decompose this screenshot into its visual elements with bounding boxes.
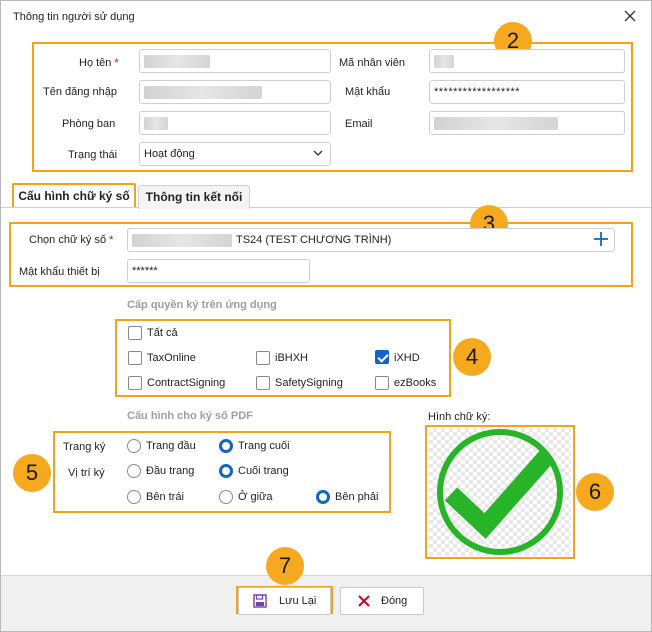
device-password-input[interactable]: ****** xyxy=(127,259,310,283)
fullname-input[interactable] xyxy=(139,49,331,73)
checkbox-contractsigning-label: ContractSigning xyxy=(147,377,226,389)
checkbox-safetysigning[interactable] xyxy=(256,376,270,390)
checkbox-contractsigning[interactable] xyxy=(128,376,142,390)
department-input[interactable] xyxy=(139,111,331,135)
app-permissions-title: Cấp quyền ký trên ứng dụng xyxy=(127,299,277,311)
radio-page-bottom-label: Cuối trang xyxy=(238,465,289,477)
close-button-label: Đóng xyxy=(381,595,408,607)
badge-7: 7 xyxy=(266,547,304,585)
radio-last-page[interactable] xyxy=(219,439,233,453)
close-icon[interactable] xyxy=(621,7,639,25)
radio-page-bottom[interactable] xyxy=(219,464,233,478)
password-label: Mật khẩu xyxy=(345,86,391,98)
save-icon xyxy=(253,594,267,608)
radio-last-page-label: Trang cuối xyxy=(238,440,290,452)
tab-divider xyxy=(1,207,651,208)
tab-signature-config[interactable]: Cấu hình chữ ký số xyxy=(12,183,136,207)
radio-page-top-label: Đầu trang xyxy=(146,465,195,477)
checkbox-all-label: Tất cả xyxy=(147,327,178,339)
radio-center-label: Ở giữa xyxy=(238,491,273,503)
employee-code-input[interactable] xyxy=(429,49,625,73)
save-button[interactable]: Lưu Lại xyxy=(238,587,331,615)
radio-page-top[interactable] xyxy=(127,464,141,478)
select-signature-label: Chọn chữ ký số * xyxy=(29,234,114,246)
department-label: Phòng ban xyxy=(62,118,116,130)
position-label: Vị trí ký xyxy=(68,467,105,479)
username-label: Tên đăng nhập xyxy=(43,86,118,98)
signature-image-label: Hình chữ ký: xyxy=(428,411,491,423)
fullname-label: Họ tên * xyxy=(79,57,119,69)
radio-left-label: Bên trái xyxy=(146,491,184,503)
checkmark-icon xyxy=(437,429,563,555)
device-password-label: Mật khẩu thiết bị xyxy=(19,266,100,278)
status-value: Hoạt động xyxy=(144,148,195,160)
checkbox-all[interactable] xyxy=(128,326,142,340)
pdf-config-title: Cấu hình cho ký số PDF xyxy=(127,410,253,422)
checkbox-ixhd-label: iXHD xyxy=(394,352,420,364)
dialog-title: Thông tin người sử dụng xyxy=(13,11,135,23)
checkbox-taxonline-label: TaxOnline xyxy=(147,352,196,364)
checkbox-ezbooks[interactable] xyxy=(375,376,389,390)
badge-4: 4 xyxy=(453,338,491,376)
user-info-dialog: Thông tin người sử dụng 2 Họ tên * Mã nhâ… xyxy=(0,0,652,632)
status-label: Trạng thái xyxy=(68,149,118,161)
radio-first-page-label: Trang đầu xyxy=(146,440,196,452)
badge-6: 6 xyxy=(576,473,614,511)
status-select[interactable]: Hoạt động xyxy=(139,142,331,166)
checkbox-ibhxh[interactable] xyxy=(256,351,270,365)
email-input[interactable] xyxy=(429,111,625,135)
chevron-down-icon xyxy=(313,150,323,156)
page-label: Trang ký xyxy=(63,441,106,453)
add-signature-icon[interactable] xyxy=(593,231,609,247)
password-input[interactable]: ****************** xyxy=(429,80,625,104)
checkbox-ixhd[interactable] xyxy=(375,350,389,364)
radio-first-page[interactable] xyxy=(127,439,141,453)
employee-code-label: Mã nhân viên xyxy=(339,57,406,69)
radio-right[interactable] xyxy=(316,490,330,504)
save-button-label: Lưu Lại xyxy=(279,595,317,607)
tab-connection-info[interactable]: Thông tin kết nối xyxy=(138,185,250,209)
radio-left[interactable] xyxy=(127,490,141,504)
close-x-icon xyxy=(358,595,370,607)
checkbox-safetysigning-label: SafetySigning xyxy=(275,377,343,389)
badge-5: 5 xyxy=(13,454,51,492)
username-input[interactable] xyxy=(139,80,331,104)
radio-right-label: Bên phải xyxy=(335,491,379,503)
close-button[interactable]: Đóng xyxy=(340,587,424,615)
signature-value: TS24 (TEST CHƯƠNG TRÌNH) xyxy=(236,234,392,246)
checkbox-ezbooks-label: ezBooks xyxy=(394,377,437,389)
signature-select-input[interactable]: TS24 (TEST CHƯƠNG TRÌNH) xyxy=(127,228,615,252)
email-label: Email xyxy=(345,118,373,130)
radio-center[interactable] xyxy=(219,490,233,504)
checkbox-taxonline[interactable] xyxy=(128,351,142,365)
checkbox-ibhxh-label: iBHXH xyxy=(275,352,309,364)
signature-image-box[interactable] xyxy=(429,428,571,556)
